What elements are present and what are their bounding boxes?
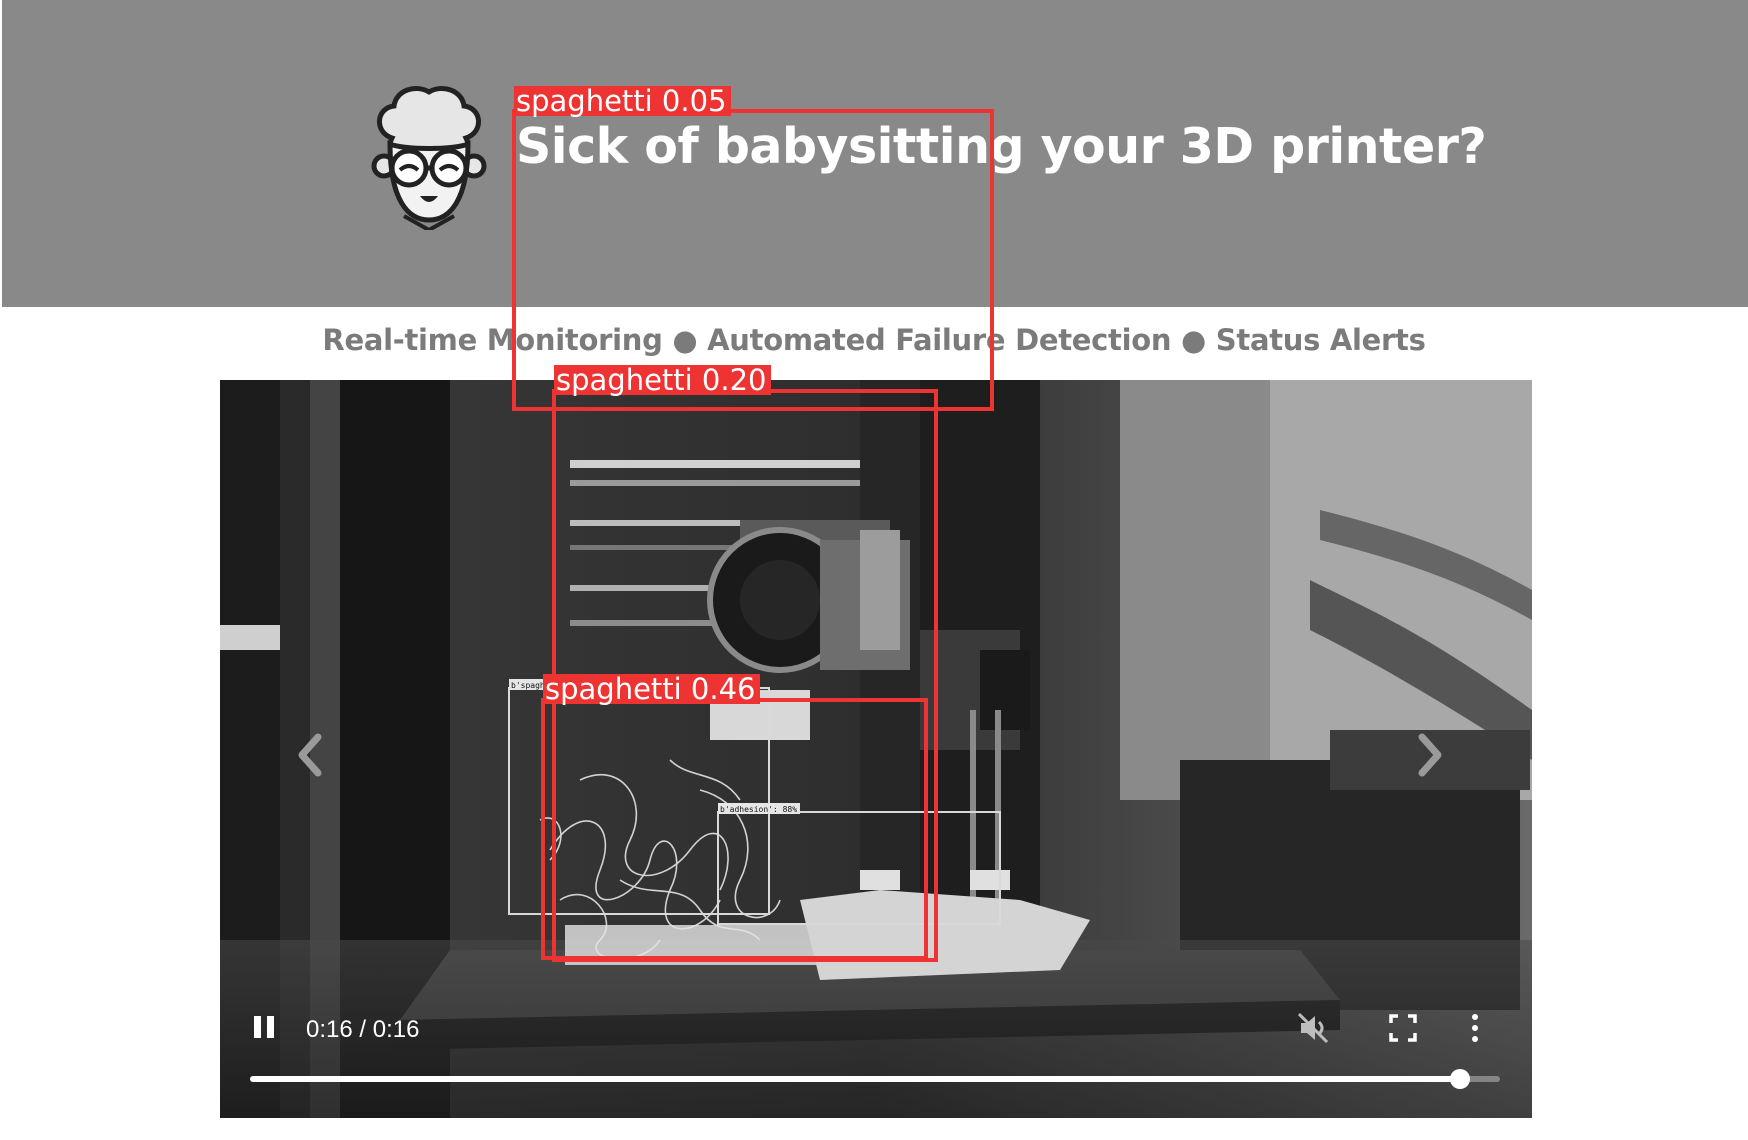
pause-icon[interactable]	[250, 1012, 280, 1042]
inner-label-spaghetti: b'spaghetti': 90%	[511, 681, 593, 690]
feature-tagline: Real-time Monitoring ● Automated Failure…	[322, 323, 1426, 357]
inner-label-adhesion: b'adhesion': 88%	[720, 805, 797, 814]
hero-header: Sick of babysitting your 3D printer?	[2, 0, 1748, 307]
time-display: 0:16 / 0:16	[306, 1016, 420, 1043]
video-progress-bar[interactable]	[250, 1069, 1500, 1089]
printer-video-frame: b'spaghetti': 90% b'adhesion': 88%	[220, 380, 1532, 1118]
fullscreen-icon[interactable]	[1387, 1012, 1419, 1044]
page-headline: Sick of babysitting your 3D printer?	[516, 118, 1487, 175]
chevron-right-icon[interactable]	[1410, 725, 1450, 785]
chevron-left-icon[interactable]	[290, 725, 330, 785]
more-vertical-icon[interactable]	[1465, 1012, 1485, 1044]
grandma-face-logo-icon	[371, 86, 487, 230]
muted-speaker-icon[interactable]	[1295, 1010, 1331, 1046]
progress-scrubber-handle[interactable]	[1450, 1069, 1470, 1089]
progress-fill	[250, 1076, 1460, 1082]
demo-video-player[interactable]: b'spaghetti': 90% b'adhesion': 88% 0:16 …	[220, 380, 1532, 1118]
